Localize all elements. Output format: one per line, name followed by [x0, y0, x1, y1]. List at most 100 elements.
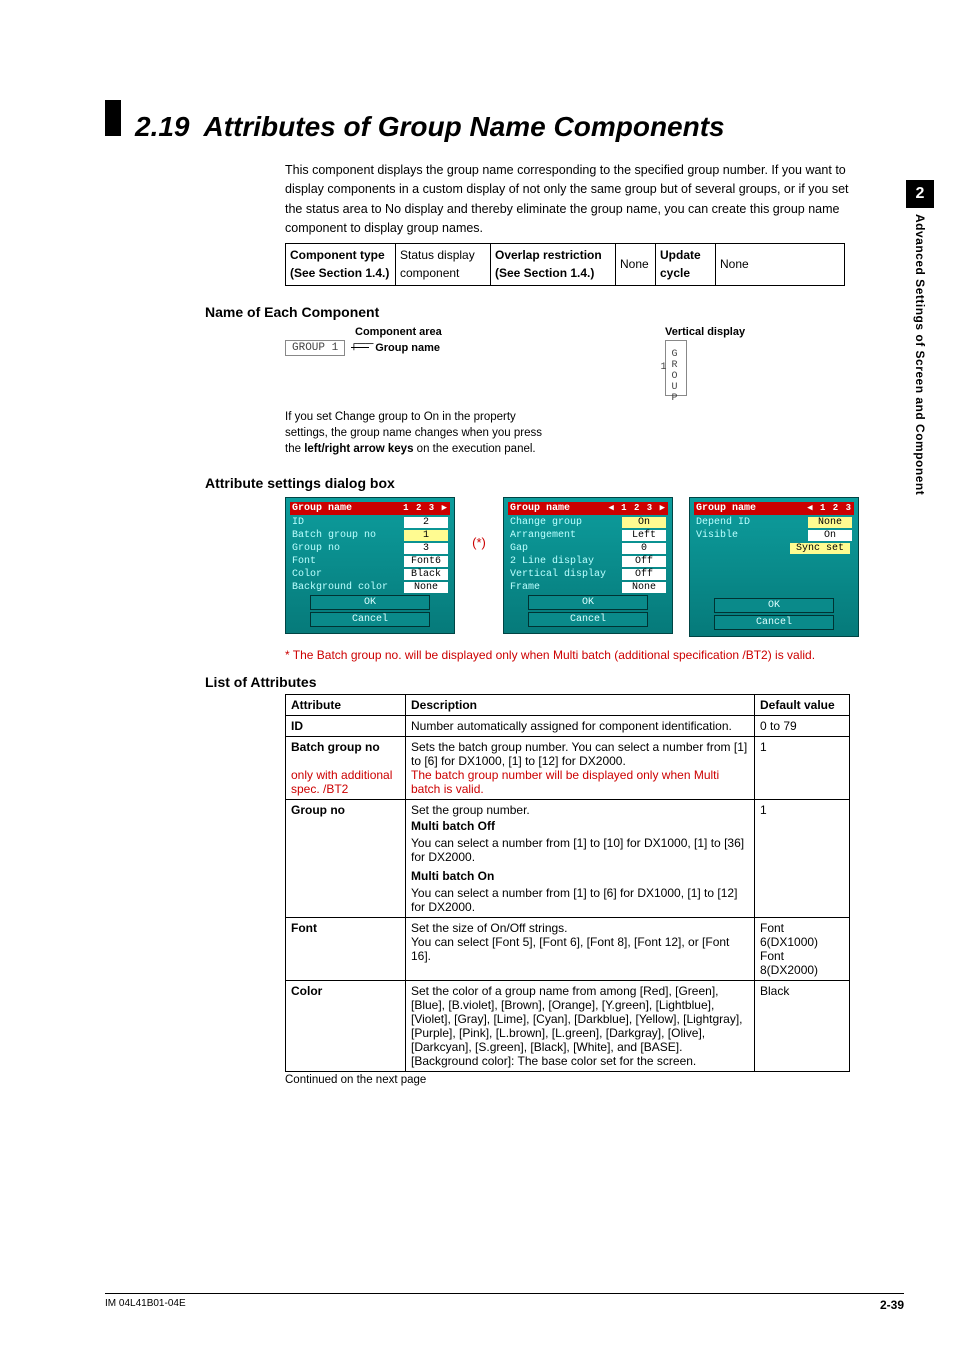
dlg1-ok: OK	[310, 595, 430, 610]
component-example-horizontal: ┌── Component area GROUP 1 Group name	[285, 326, 545, 399]
dlg1-r5-v: None	[404, 582, 448, 593]
dlg1-r3-k: Font	[292, 556, 316, 567]
intro-text: This component displays the group name c…	[285, 161, 865, 239]
dlg3-sync: Sync set	[790, 543, 850, 554]
attr-gn-d1: You can select a number from [1] to [10]…	[411, 836, 749, 864]
attr-bg-l1: Batch group no	[291, 740, 380, 754]
attr-batchgroup-desc: Sets the batch group number. You can sel…	[406, 736, 755, 799]
dlg1-cancel: Cancel	[310, 612, 430, 627]
attr-bg-default: 1	[755, 736, 850, 799]
dlg1-title: Group name	[292, 503, 352, 514]
section-rule	[105, 100, 121, 136]
footer-page-number: 2-39	[880, 1298, 904, 1312]
attr-head-default: Default value	[755, 694, 850, 715]
attr-head-description: Description	[406, 694, 755, 715]
note-text-2: on the execution panel.	[413, 443, 535, 455]
attr-color-label: Color	[286, 980, 406, 1071]
dlg2-r2-v: 0	[622, 543, 666, 554]
dlg2-ok: OK	[528, 595, 648, 610]
dlg3-cancel: Cancel	[714, 615, 834, 630]
continued-note: Continued on the next page	[285, 1074, 865, 1086]
attr-groupno-desc: Set the group number. Multi batch Off Yo…	[406, 799, 755, 917]
heading-name-of-each-component: Name of Each Component	[205, 304, 865, 320]
section-heading: 2.19 Attributes of Group Name Components	[105, 100, 865, 143]
star-marker: (*)	[471, 535, 487, 550]
dlg1-r2-v: 3	[404, 543, 448, 554]
meta-c3-value: None	[720, 257, 749, 271]
attr-bg-d1: Sets the batch group number. You can sel…	[411, 740, 747, 768]
attr-id-desc: Number automatically assigned for compon…	[406, 715, 755, 736]
meta-c1-value: Status display component	[400, 248, 475, 281]
dialog-1: Group name1 2 3 ▶ ID2 Batch group no1 Gr…	[285, 497, 455, 634]
vertical-display-box: GROUP 1	[665, 340, 687, 396]
dlg2-r4-k: Vertical display	[510, 569, 606, 580]
dlg1-r1-v: 1	[404, 530, 448, 541]
dlg1-r0-k: ID	[292, 517, 304, 528]
attr-batchgroup-label: Batch group no only with additional spec…	[286, 736, 406, 799]
heading-list-of-attributes: List of Attributes	[205, 674, 865, 690]
dlg3-title: Group name	[696, 503, 756, 514]
dlg2-r0-v: On	[622, 517, 666, 528]
attr-head-attribute: Attribute	[286, 694, 406, 715]
dlg3-r1-k: Visible	[696, 530, 738, 541]
dialog-2: Group name ◀ 1 2 3 ▶ Change group On Arran…	[503, 497, 673, 634]
meta-c2-value: None	[620, 257, 649, 271]
attr-gn-h1: Multi batch Off	[411, 819, 749, 833]
attr-gn-default: 1	[755, 799, 850, 917]
dlg1-r4-k: Color	[292, 569, 322, 580]
dlg2-r4-v: Off	[622, 569, 666, 580]
dlg2-r3-v: Off	[622, 556, 666, 567]
dlg2-r1-k: Arrangement	[510, 530, 576, 541]
dlg3-arrows: ◀ 1 2 3	[807, 503, 852, 514]
dlg3-r0-k: Depend ID	[696, 517, 750, 528]
page-footer: IM 04L41B01-04E 2-39	[105, 1293, 904, 1312]
dlg2-cancel: Cancel	[528, 612, 648, 627]
dlg2-r5-v: None	[622, 582, 666, 593]
meta-table: Component type (See Section 1.4.) Status…	[285, 243, 845, 286]
section-title: Attributes of Group Name Components	[204, 111, 725, 143]
note-bold: left/right arrow keys	[304, 443, 413, 455]
attr-id-label: ID	[286, 715, 406, 736]
intro-block: This component displays the group name c…	[285, 161, 865, 286]
dlg1-r4-v: Black	[404, 569, 448, 580]
meta-c1-label: Component type (See Section 1.4.)	[290, 248, 389, 281]
attr-font-d1: Set the size of On/Off strings.	[411, 921, 568, 935]
meta-c2-label: Overlap restriction (See Section 1.4.)	[495, 248, 602, 281]
dlg2-r1-v: Left	[622, 530, 666, 541]
change-group-note: If you set Change group to On in the pro…	[285, 409, 545, 457]
dlg1-r5-k: Background color	[292, 582, 388, 593]
dlg2-title: Group name	[510, 503, 570, 514]
footnote-batch-group: * The Batch group no. will be displayed …	[285, 647, 845, 664]
attr-font-default: Font 6(DX1000) Font 8(DX2000)	[755, 917, 850, 980]
dlg3-ok: OK	[714, 598, 834, 613]
dlg1-r0-v: 2	[404, 517, 448, 528]
section-number: 2.19	[135, 111, 190, 143]
attr-id-default: 0 to 79	[755, 715, 850, 736]
vertical-display-label: Vertical display	[665, 326, 745, 338]
attr-gn-h2: Multi batch On	[411, 869, 749, 883]
attr-font-d2: You can select [Font 5], [Font 6], [Font…	[411, 935, 729, 963]
group-name-label: Group name	[375, 342, 440, 354]
meta-c3-label: Update cycle	[660, 248, 701, 281]
attr-groupno-label: Group no	[286, 799, 406, 917]
attr-gn-d2: You can select a number from [1] to [6] …	[411, 886, 749, 914]
dlg1-r2-k: Group no	[292, 543, 340, 554]
dlg2-arrows: ◀ 1 2 3 ▶	[608, 503, 666, 514]
component-area-label: Component area	[355, 326, 442, 338]
side-tab: 2 Advanced Settings of Screen and Compon…	[906, 180, 934, 495]
dlg2-r5-k: Frame	[510, 582, 540, 593]
attr-font-desc: Set the size of On/Off strings. You can …	[406, 917, 755, 980]
dlg1-r3-v: Font6	[404, 556, 448, 567]
component-example-vertical: Vertical display GROUP 1	[665, 326, 745, 399]
chapter-title-tab: Advanced Settings of Screen and Componen…	[913, 214, 927, 495]
attr-color-default: Black	[755, 980, 850, 1071]
dlg3-r1-v: On	[808, 530, 852, 541]
dlg2-r0-k: Change group	[510, 517, 582, 528]
attr-gn-d0: Set the group number.	[411, 803, 530, 817]
attr-bg-d2: The batch group number will be displayed…	[411, 768, 719, 796]
heading-attribute-settings-dialog: Attribute settings dialog box	[205, 475, 865, 491]
dlg1-arrows: 1 2 3 ▶	[403, 503, 448, 514]
attr-bg-l2: only with additional spec. /BT2	[291, 768, 392, 796]
dlg2-r3-k: 2 Line display	[510, 556, 594, 567]
attr-font-label: Font	[286, 917, 406, 980]
